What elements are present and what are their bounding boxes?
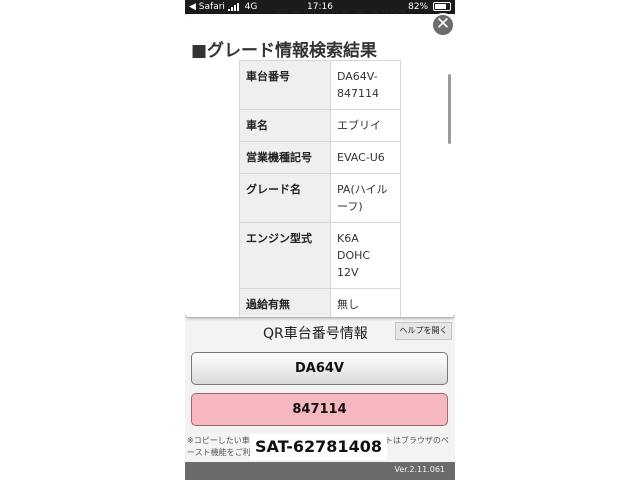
table-row: 車台番号 DA64V-847114 [239,60,401,110]
grade-result-modal: ■グレード情報検索結果 車台番号 DA64V-847114 車名 エブリイ 営業機種記号… [185,14,455,317]
signal-icon [227,2,239,11]
table-row: 車名 エブリイ [239,109,401,142]
status-left: ◀ Safari 4G [189,0,257,14]
battery-icon [433,2,451,11]
close-icon[interactable]: ✕ [431,13,455,37]
table-row: 営業機種記号 EVAC-U6 [239,141,401,174]
modal-title: ■グレード情報検索結果 [191,41,378,61]
row-value: DA64V-847114 [330,60,401,110]
modal-scrollbar[interactable] [448,74,451,144]
row-key: 車台番号 [239,60,331,110]
grade-info-table: 車台番号 DA64V-847114 車名 エブリイ 営業機種記号 EVAC-U6 グレード名… [239,60,401,317]
row-key: グレード名 [239,173,331,223]
model-code-button[interactable]: DA64V [191,352,448,385]
battery-percent: 82% [408,2,429,12]
footer-bar: Ver.2.11.061 [185,462,455,480]
row-key: 営業機種記号 [239,141,331,174]
table-row: グレード名 PA(ハイルーフ) [239,173,401,223]
row-value: K6A DOHC 12V [330,222,401,289]
row-value: エブリイ [330,109,401,142]
status-right: 82% [408,0,451,14]
carrier-label: Safari [198,2,225,12]
version-label: Ver.2.11.061 [394,465,446,474]
row-key: 過給有無 [239,288,331,317]
watermark-stamp: SAT-62781408 [250,434,387,460]
row-key: エンジン型式 [239,222,331,289]
row-value: EVAC-U6 [330,141,401,174]
table-row: エンジン型式 K6A DOHC 12V [239,222,401,289]
row-value: 無し [330,288,401,317]
help-button[interactable]: ヘルプを開く [395,322,452,340]
serial-number-button[interactable]: 847114 [191,393,448,426]
row-value: PA(ハイルーフ) [330,173,401,223]
phone-screen: ◀ Safari 4G 17:16 82% 習志野 480 さ 2222 ■グレ… [185,0,455,480]
table-row: 過給有無 無し [239,288,401,317]
qr-info-label: QR車台番号情報 [263,326,368,342]
network-label: 4G [244,2,258,12]
row-key: 車名 [239,109,331,142]
back-arrow-icon[interactable]: ◀ [189,2,196,12]
